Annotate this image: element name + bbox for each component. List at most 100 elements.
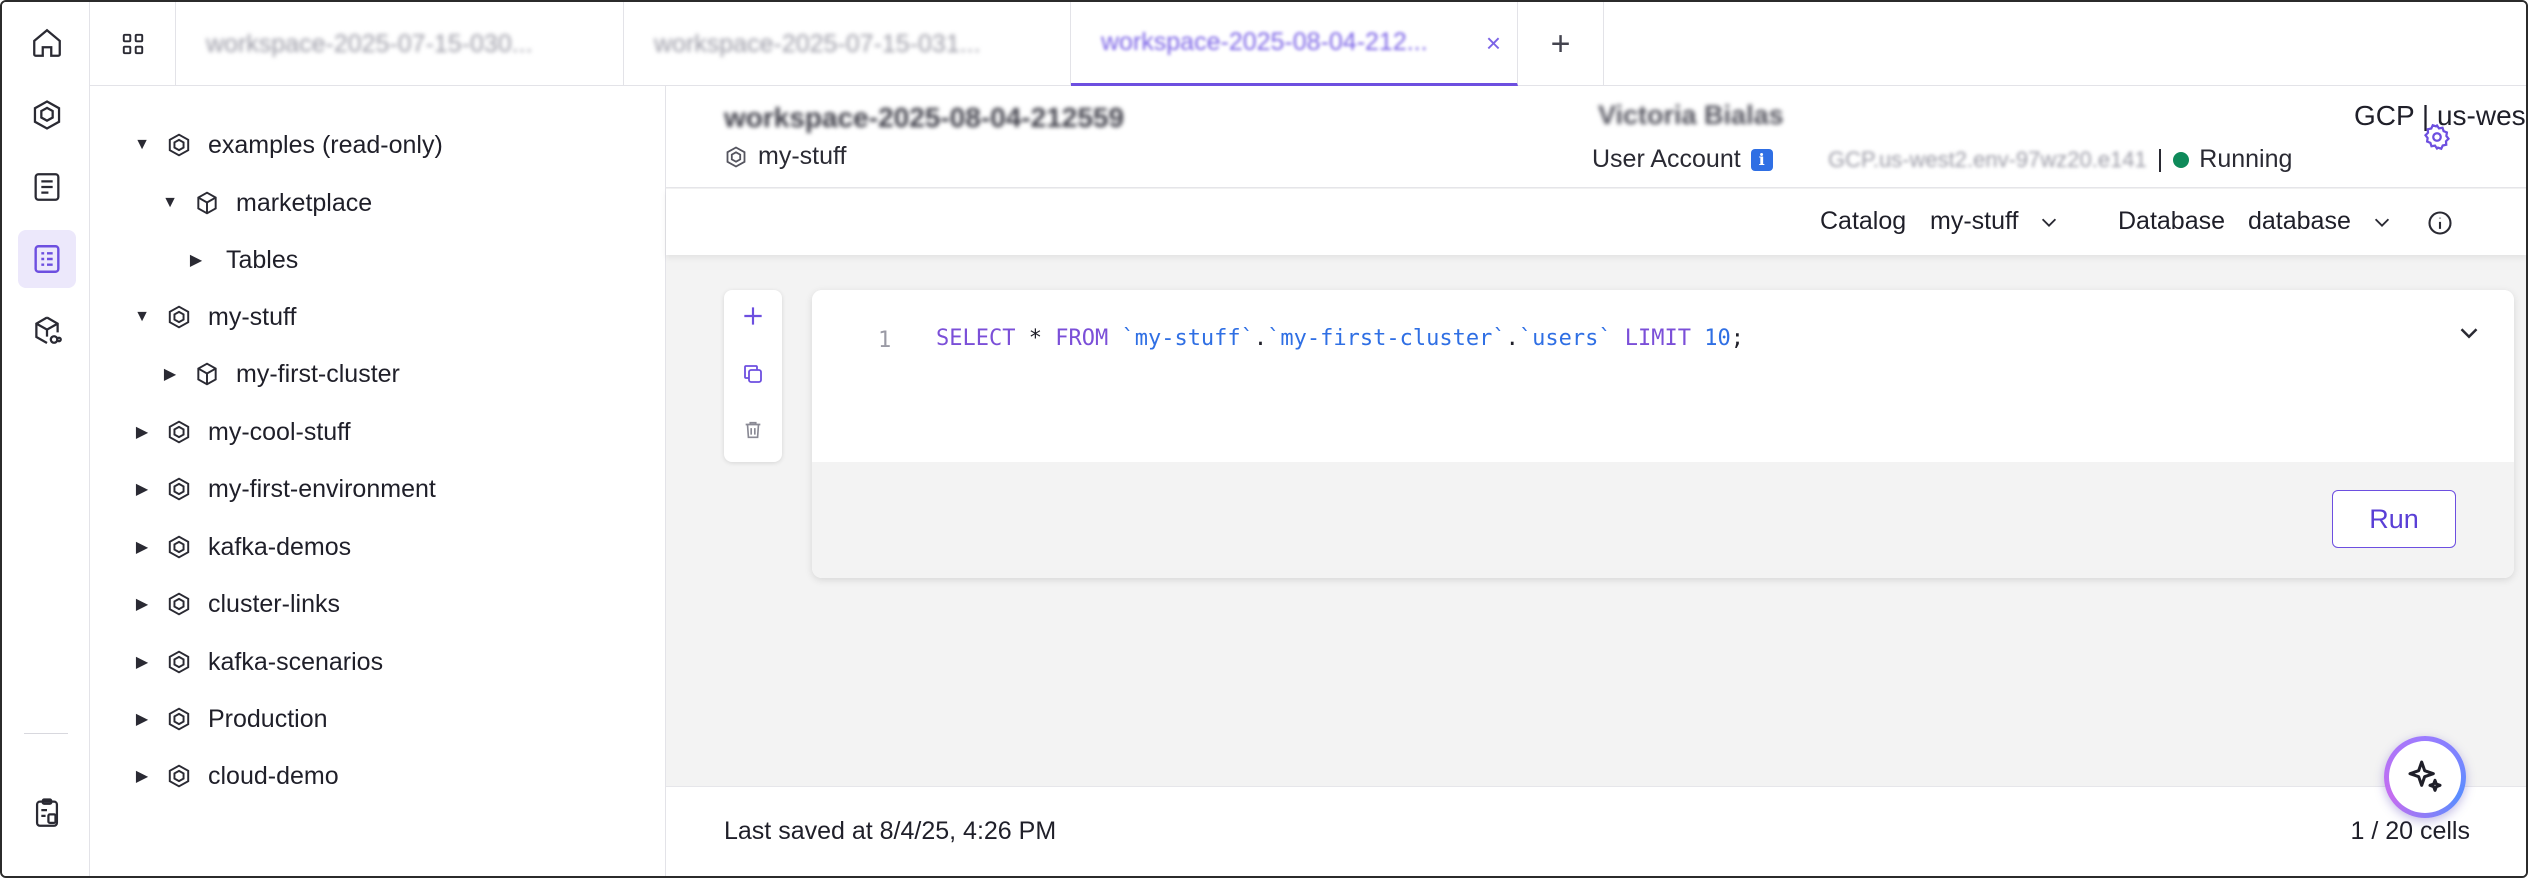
- account-type-label: User Account: [1592, 145, 1741, 173]
- close-tab-icon[interactable]: ×: [1486, 28, 1501, 59]
- gear-icon[interactable]: [2420, 120, 2454, 154]
- caret-right-icon[interactable]: ▶: [132, 422, 152, 442]
- tree-item-cloud-demo[interactable]: ▶ cloud-demo: [132, 756, 339, 796]
- last-saved: Last saved at 8/4/25, 4:26 PM: [724, 817, 1057, 845]
- sql-keyword: FROM: [1055, 326, 1109, 351]
- add-cell-icon[interactable]: [739, 302, 767, 330]
- apps-grid-icon[interactable]: [90, 2, 176, 86]
- tree-item-label: examples (read-only): [208, 130, 443, 159]
- ai-assistant-button[interactable]: [2384, 736, 2466, 818]
- caret-down-icon[interactable]: ▼: [132, 136, 152, 154]
- database-select[interactable]: database: [2248, 207, 2393, 236]
- catalog-tree: ▼ examples (read-only) ▼ marketplace ▶ T…: [90, 86, 666, 876]
- cluster-icon: [194, 361, 220, 387]
- info-circle-icon[interactable]: [2426, 209, 2454, 237]
- tree-item-my-cool-stuff[interactable]: ▶ my-cool-stuff: [132, 412, 351, 452]
- rail-divider: [24, 733, 68, 734]
- workspace-header: workspace-2025-08-04-212559 my-stuff Vic…: [666, 86, 2526, 188]
- caret-down-icon[interactable]: ▼: [132, 308, 152, 326]
- tree-item-label: cloud-demo: [208, 761, 339, 790]
- info-icon[interactable]: i: [1750, 148, 1773, 171]
- tree-item-production[interactable]: ▶ Production: [132, 699, 328, 739]
- tree-item-label: Tables: [226, 245, 299, 274]
- caret-down-icon[interactable]: ▼: [160, 194, 180, 212]
- tree-item-label: my-stuff: [208, 302, 297, 331]
- sql-punct: ;: [1730, 326, 1745, 351]
- compute-host: GCP.us-west2.env-97wz20.e141: [1828, 146, 2147, 172]
- chevron-down-icon[interactable]: [2454, 318, 2484, 348]
- catalog-bar: Catalog my-stuff Database database: [666, 189, 2526, 255]
- tree-item-examples[interactable]: ▼ examples (read-only): [132, 125, 443, 165]
- tree-item-cluster-links[interactable]: ▶ cluster-links: [132, 584, 340, 624]
- trash-icon[interactable]: [739, 416, 767, 444]
- sql-operator: *: [1015, 326, 1056, 351]
- status-dot: [2173, 151, 2190, 168]
- tab-strip: workspace-2025-07-15-030... workspace-20…: [90, 2, 2526, 86]
- tab-workspace-3[interactable]: workspace-2025-08-04-212... ×: [1071, 2, 1518, 86]
- tab-workspace-2[interactable]: workspace-2025-07-15-031...: [624, 2, 1071, 86]
- environment-icon: [166, 534, 192, 560]
- clipboard-icon[interactable]: [18, 784, 76, 842]
- caret-right-icon[interactable]: ▶: [132, 709, 152, 729]
- catalog-value: my-stuff: [1930, 207, 2019, 235]
- run-button[interactable]: Run: [2332, 490, 2456, 548]
- chevron-down-icon: [2038, 211, 2060, 233]
- tree-item-my-first-cluster[interactable]: ▶ my-first-cluster: [160, 354, 400, 394]
- environment-link[interactable]: my-stuff: [724, 142, 846, 171]
- tree-item-kafka-scenarios[interactable]: ▶ kafka-scenarios: [132, 642, 383, 682]
- separator: |: [2156, 145, 2164, 173]
- tab-label: workspace-2025-07-15-030...: [206, 29, 533, 58]
- tab-workspace-1[interactable]: workspace-2025-07-15-030...: [176, 2, 624, 86]
- workspace-icon[interactable]: [18, 230, 76, 288]
- sql-punct: .: [1253, 326, 1268, 351]
- caret-right-icon[interactable]: ▶: [186, 250, 206, 270]
- documents-icon[interactable]: [18, 158, 76, 216]
- tree-item-label: kafka-demos: [208, 532, 352, 561]
- tree-item-my-stuff[interactable]: ▼ my-stuff: [132, 297, 296, 337]
- cluster-icon: [194, 190, 220, 216]
- caret-right-icon[interactable]: ▶: [132, 479, 152, 499]
- caret-right-icon[interactable]: ▶: [132, 537, 152, 557]
- tab-label: workspace-2025-07-15-031...: [654, 29, 981, 58]
- workspace-title[interactable]: workspace-2025-08-04-212559: [724, 102, 1124, 134]
- compute-status: GCP.us-west2.env-97wz20.e141 | Running: [1828, 145, 2292, 174]
- sparkle-icon: [2389, 741, 2461, 813]
- environment-icon: [166, 304, 192, 330]
- user-name: Victoria Bialas: [1598, 100, 1784, 130]
- tree-item-label: my-cool-stuff: [208, 417, 351, 446]
- caret-right-icon[interactable]: ▶: [132, 766, 152, 786]
- sql-code[interactable]: SELECT * FROM `my-stuff`.`my-first-clust…: [936, 326, 1744, 351]
- caret-right-icon[interactable]: ▶: [132, 594, 152, 614]
- tree-item-label: cluster-links: [208, 589, 340, 618]
- data-portal-icon[interactable]: [18, 302, 76, 360]
- status-text: Running: [2199, 145, 2293, 173]
- tree-item-label: my-first-cluster: [236, 359, 400, 388]
- home-icon[interactable]: [18, 14, 76, 72]
- workspace-main: workspace-2025-08-04-212559 my-stuff Vic…: [666, 86, 2526, 876]
- environment-icon: [724, 145, 748, 169]
- environments-icon[interactable]: [18, 86, 76, 144]
- caret-right-icon[interactable]: ▶: [160, 364, 180, 384]
- tree-item-label: marketplace: [236, 188, 373, 217]
- line-number: 1: [878, 328, 892, 353]
- environment-icon: [166, 591, 192, 617]
- environment-icon: [166, 132, 192, 158]
- tree-item-my-first-environment[interactable]: ▶ my-first-environment: [132, 469, 436, 509]
- status-footer: Last saved at 8/4/25, 4:26 PM 1 / 20 cel…: [666, 786, 2526, 876]
- account-type: User Account i: [1592, 145, 1773, 174]
- tree-item-marketplace[interactable]: ▼ marketplace: [160, 183, 372, 223]
- cells-count: 1 / 20 cells: [2350, 817, 2470, 845]
- sql-editor[interactable]: 1 SELECT * FROM `my-stuff`.`my-first-clu…: [812, 290, 2514, 462]
- add-tab-button[interactable]: +: [1518, 2, 1604, 86]
- environment-icon: [166, 649, 192, 675]
- tree-item-kafka-demos[interactable]: ▶ kafka-demos: [132, 527, 351, 567]
- sql-identifier: `my-stuff`: [1108, 326, 1254, 351]
- chevron-down-icon: [2371, 211, 2393, 233]
- caret-right-icon[interactable]: ▶: [132, 652, 152, 672]
- sql-number: 10: [1704, 326, 1731, 351]
- catalog-select[interactable]: my-stuff: [1930, 207, 2060, 236]
- environment-icon: [166, 763, 192, 789]
- tree-item-tables[interactable]: ▶ Tables: [186, 240, 298, 280]
- duplicate-cell-icon[interactable]: [739, 360, 767, 388]
- sql-keyword: LIMIT: [1611, 326, 1705, 351]
